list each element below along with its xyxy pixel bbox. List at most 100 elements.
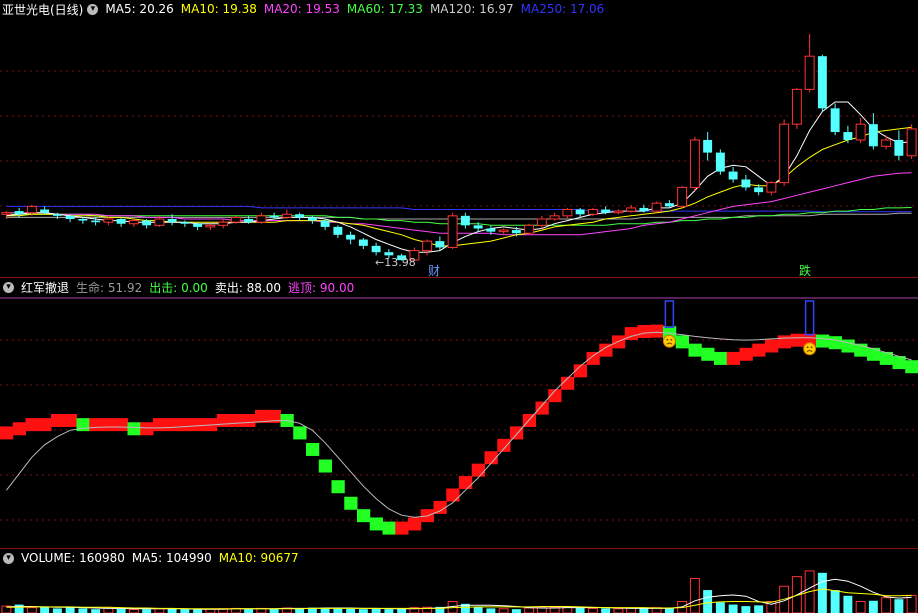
chevron-down-icon[interactable]: ▾ — [87, 3, 99, 15]
life-block — [63, 414, 77, 427]
indicator-header: ▾ 红军撤退 生命: 51.92 出击: 0.00 卖出: 88.00 逃顶: … — [0, 278, 918, 296]
volume-bar — [575, 608, 585, 613]
volume-bar — [346, 608, 356, 613]
life-block — [714, 351, 728, 365]
life-block — [216, 414, 230, 427]
volume-bar — [193, 609, 203, 613]
candle-body — [779, 123, 790, 184]
volume-bar — [473, 606, 483, 613]
candle-body — [40, 209, 50, 213]
volume-bar — [741, 606, 751, 613]
life-block — [586, 351, 600, 365]
volume-bar — [498, 608, 509, 613]
candle-body — [536, 218, 547, 226]
life-block — [471, 463, 485, 477]
candle-body — [358, 239, 368, 246]
life-block — [777, 335, 791, 349]
volume-bar — [511, 609, 521, 613]
life-block — [38, 418, 52, 432]
candle-body — [128, 220, 139, 225]
candle-body — [230, 216, 241, 223]
candle-body — [728, 171, 738, 180]
volume-bar — [333, 608, 343, 613]
volume-bar — [52, 608, 62, 613]
candle-body — [473, 225, 483, 229]
candle-body — [103, 218, 114, 223]
candle-body — [218, 221, 229, 226]
ma250-line — [6, 205, 912, 213]
life-block — [318, 459, 332, 473]
candle-body — [689, 139, 700, 188]
sad-face-eye — [670, 338, 673, 341]
volume-bar — [703, 590, 713, 613]
vol-ma10-label: MA10: 90677 — [218, 551, 299, 565]
candle-body — [601, 209, 611, 213]
candle-body — [715, 152, 725, 172]
ma5-line — [6, 101, 912, 253]
candle-body — [14, 211, 24, 215]
candle-body — [256, 215, 267, 223]
life-block — [25, 418, 39, 432]
volume-bar — [486, 608, 496, 613]
life-block — [242, 414, 256, 427]
volume-bar — [524, 607, 535, 613]
candle-body — [868, 124, 878, 147]
volume-bar — [587, 607, 598, 613]
sad-face-eye — [806, 346, 809, 349]
life-block — [637, 325, 651, 339]
life-block — [675, 335, 689, 349]
candle-body — [435, 241, 445, 248]
life-block — [612, 335, 626, 349]
candle-body — [562, 209, 573, 217]
escape-signal-bar — [664, 300, 675, 329]
candle-body — [587, 209, 598, 215]
life-block — [293, 426, 307, 440]
sad-face-icon — [662, 334, 676, 348]
volume-bar — [358, 609, 368, 613]
candle-body — [511, 230, 521, 234]
price-chart[interactable] — [0, 18, 918, 278]
life-block — [816, 334, 830, 348]
volume-bar — [715, 602, 725, 613]
life-block — [459, 476, 473, 490]
life-block — [726, 351, 740, 365]
life-block — [191, 418, 205, 432]
volume-bar — [142, 609, 152, 613]
life-block — [535, 401, 549, 415]
candle-body — [281, 213, 292, 218]
candle-body — [664, 203, 674, 207]
life-block — [828, 336, 842, 350]
chevron-down-icon[interactable]: ▾ — [3, 552, 14, 564]
volume-bar — [244, 609, 254, 613]
volume-header: ▾ VOLUME: 160980 MA5: 104990 MA10: 90677 — [0, 549, 918, 567]
candle-body — [52, 214, 62, 216]
candle-body — [830, 108, 840, 133]
life-block — [229, 414, 243, 427]
life-block — [0, 426, 14, 440]
life-block — [331, 480, 345, 494]
volume-bar — [906, 594, 917, 613]
candle-body — [142, 220, 152, 226]
candle-body — [447, 215, 458, 248]
life-block — [357, 509, 371, 523]
volume-bar — [40, 606, 50, 613]
ma5-label: MA5: 20.26 — [105, 2, 174, 16]
life-block — [752, 343, 766, 357]
volume-bar — [843, 595, 853, 613]
stock-title[interactable]: 亚世光电(日线) — [2, 1, 83, 18]
low-price-label: ←13.98 — [375, 256, 416, 269]
candle-body — [116, 219, 126, 224]
volume-bar — [689, 578, 700, 613]
indicator-chart[interactable] — [0, 296, 918, 548]
life-block — [765, 339, 779, 353]
volume-chart[interactable] — [0, 567, 918, 613]
volume-bar — [881, 597, 892, 613]
chevron-down-icon[interactable]: ▾ — [3, 281, 14, 293]
life-block — [905, 360, 918, 374]
candle-body — [244, 219, 254, 223]
candle-body — [804, 55, 815, 90]
indicator-title[interactable]: 红军撤退 — [21, 279, 69, 296]
life-block — [127, 422, 141, 436]
life-block — [369, 517, 383, 531]
volume-bar — [613, 608, 624, 613]
